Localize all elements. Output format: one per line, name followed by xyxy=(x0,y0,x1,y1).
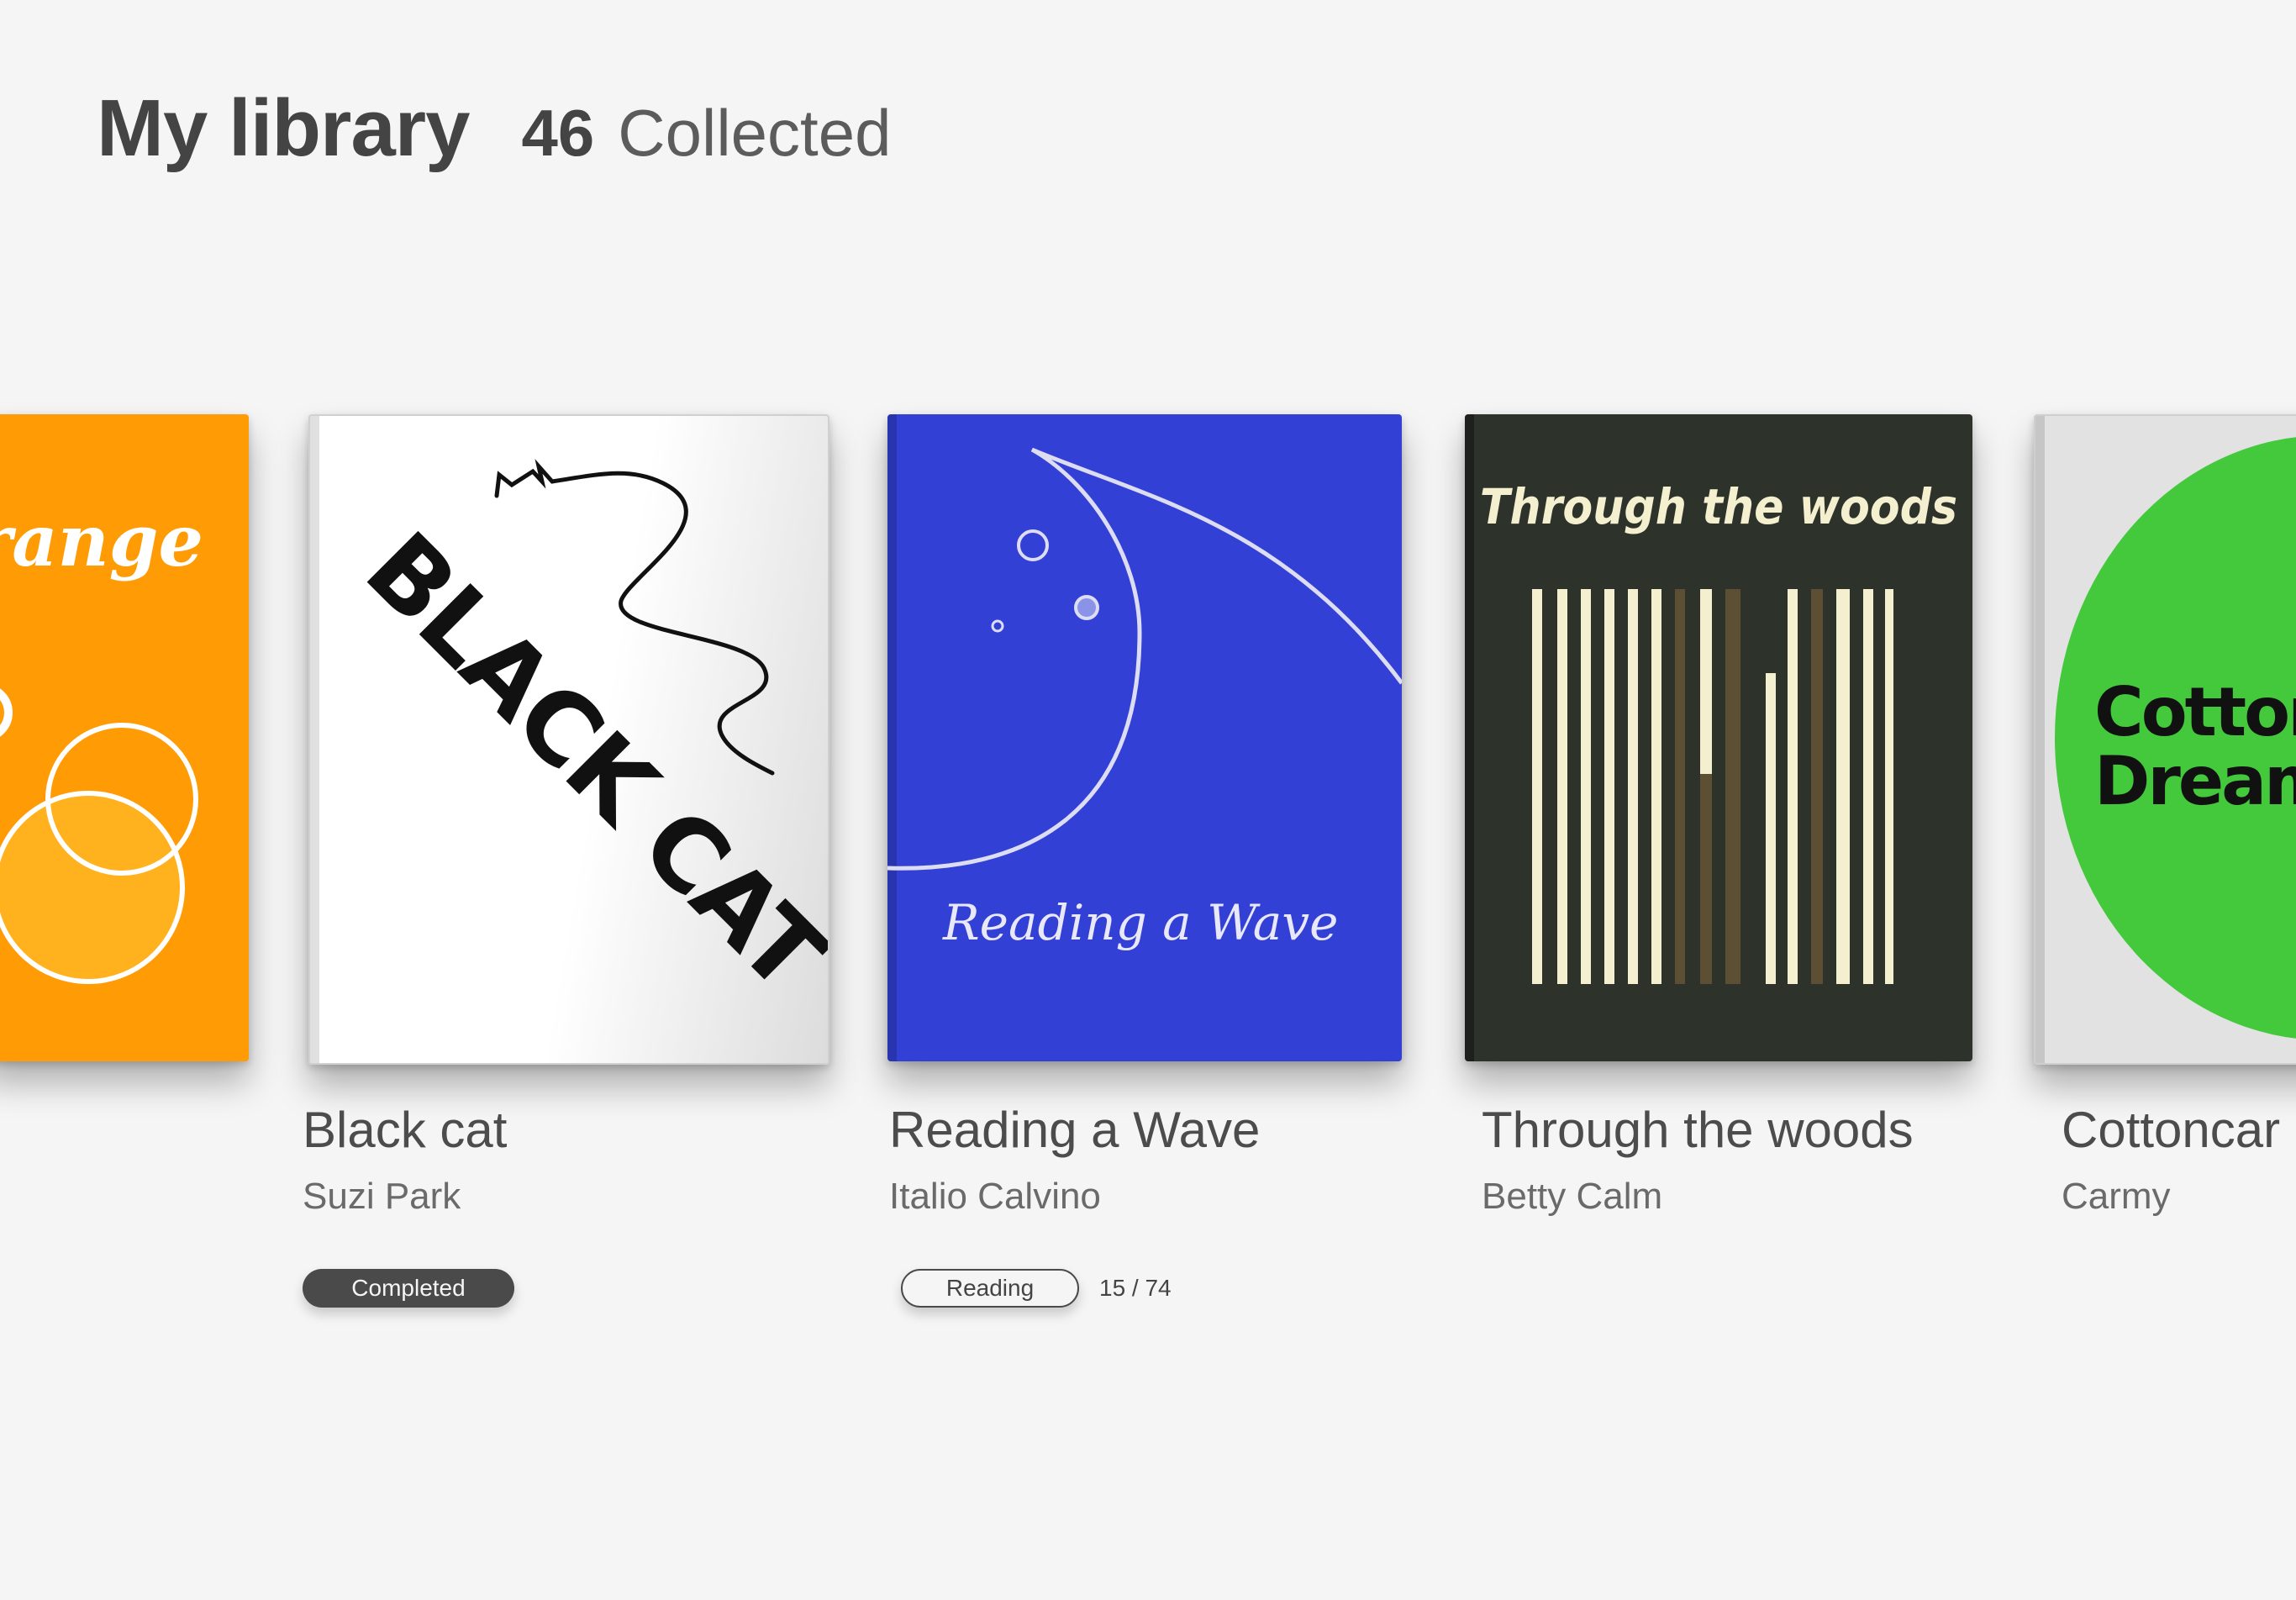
status-badge-reading[interactable]: Reading xyxy=(901,1269,1079,1308)
book-title: Through the woods xyxy=(1482,1102,1914,1158)
book-author: Suzi Park xyxy=(303,1176,461,1217)
book-cover[interactable]: BLACK CAT xyxy=(308,414,829,1065)
book-author: Italio Calvino xyxy=(889,1176,1101,1217)
orange-cover-title: range xyxy=(0,499,203,582)
book-meta-cottoncandy: Cottoncar Carmy xyxy=(2062,1101,2280,1218)
book-card-orange[interactable]: range xyxy=(0,414,249,1061)
status-badge-completed[interactable]: Completed xyxy=(303,1269,514,1308)
status-row-black-cat: Completed xyxy=(303,1269,514,1308)
book-cover[interactable]: Through the woods xyxy=(1465,414,1972,1061)
book-card-reading-a-wave[interactable]: Reading a Wave xyxy=(887,414,1402,1061)
reading-progress: 15 / 74 xyxy=(1099,1275,1172,1301)
book-title: Cottoncar xyxy=(2062,1102,2281,1158)
orange-cover-art: range xyxy=(0,499,203,984)
woods-cover-art: Through the woods xyxy=(1480,478,1957,984)
library-header: My library 46 Collected xyxy=(97,82,891,175)
collected-label: Collected xyxy=(618,96,892,170)
book-author: Carmy xyxy=(2062,1176,2171,1217)
book-card-through-the-woods[interactable]: Through the woods xyxy=(1465,414,1972,1061)
wave-cover-art: Reading a Wave xyxy=(887,447,1402,951)
book-card-cottoncandy[interactable]: Cottonc Dream xyxy=(2034,414,2296,1065)
book-cover[interactable]: range xyxy=(0,414,249,1061)
cottoncandy-cover-line2: Dream xyxy=(2094,742,2296,820)
book-meta-through-the-woods: Through the woods Betty Calm xyxy=(1482,1101,1914,1218)
book-meta-black-cat: Black cat Suzi Park xyxy=(303,1101,507,1218)
status-row-reading-a-wave: Reading 15 / 74 xyxy=(901,1269,1172,1308)
book-cover[interactable]: Cottonc Dream xyxy=(2034,414,2296,1065)
wave-cover-title: Reading a Wave xyxy=(942,894,1338,951)
woods-cover-title: Through the woods xyxy=(1480,478,1957,535)
book-title: Reading a Wave xyxy=(889,1102,1261,1158)
book-author: Betty Calm xyxy=(1482,1176,1663,1217)
cottoncandy-cover-art: Cottonc Dream xyxy=(2055,437,2296,1039)
collected-count: 46 xyxy=(521,96,595,170)
book-card-black-cat[interactable]: BLACK CAT xyxy=(308,414,829,1065)
cottoncandy-cover-line1: Cottonc xyxy=(2094,673,2296,751)
page-title: My library xyxy=(97,83,471,173)
book-title: Black cat xyxy=(303,1102,508,1158)
book-meta-reading-a-wave: Reading a Wave Italio Calvino xyxy=(889,1101,1260,1218)
book-cover[interactable]: Reading a Wave xyxy=(887,414,1402,1061)
black-cat-cover-art: BLACK CAT xyxy=(344,459,828,1013)
